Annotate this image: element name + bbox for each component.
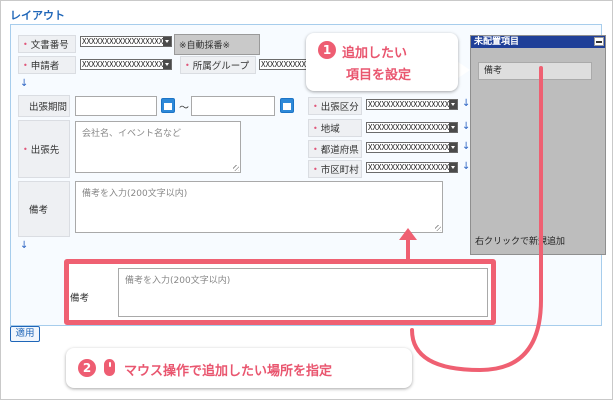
group-value: XXXXXXXXXXXXXXXXXXXX [261, 60, 307, 69]
unplaced-panel-header: 未配置項目 [471, 36, 605, 48]
dropdown-arrow-icon[interactable] [163, 37, 171, 46]
city-select[interactable]: XXXXXXXXXXXXXXXXXXXX [366, 162, 458, 173]
applicant-select[interactable]: XXXXXXXXXXXXXXXXXXXX [80, 59, 172, 70]
dropdown-arrow-icon[interactable] [449, 143, 457, 152]
doc-no-value: XXXXXXXXXXXXXXXXXXXX [82, 37, 172, 46]
trip-dest-label-text: 出張先 [30, 145, 60, 156]
dropdown-arrow-icon[interactable] [449, 123, 457, 132]
highlight-placeholder: 備考を入力(200文字以内) [125, 276, 231, 286]
resize-grip-icon[interactable] [233, 165, 239, 171]
applicant-label: • 申請者 [18, 56, 76, 74]
pref-value: XXXXXXXXXXXXXXXXXXXX [368, 143, 458, 152]
required-mark: • [313, 101, 318, 111]
trip-dest-label: • 出張先 [18, 120, 70, 178]
auto-number-badge: ※自動採番※ [174, 34, 260, 55]
applicant-label-text: 申請者 [30, 61, 60, 72]
group-label: • 所属グループ [180, 56, 256, 74]
unplaced-item-remarks[interactable]: 備考 [478, 62, 592, 80]
group-label-text: 所属グループ [192, 61, 250, 72]
insert-arrow-icon[interactable]: ↓ [20, 241, 28, 251]
trip-end-date-input[interactable] [191, 96, 275, 116]
remarks-placeholder: 備考を入力(200文字以内) [82, 189, 188, 199]
trip-type-label-text: 出張区分 [320, 102, 359, 113]
minimize-icon[interactable] [594, 37, 604, 46]
region-select[interactable]: XXXXXXXXXXXXXXXXXXXX [366, 122, 458, 133]
remarks-textarea[interactable]: 備考を入力(200文字以内) [75, 181, 443, 233]
pref-label: • 都道府県 [308, 140, 362, 158]
required-mark: • [23, 39, 28, 49]
applicant-value: XXXXXXXXXXXXXXXXXXXX [82, 60, 172, 69]
doc-no-label-text: 文書番号 [30, 40, 69, 51]
trip-start-date-input[interactable] [75, 96, 157, 116]
region-label-text: 地域 [320, 124, 340, 135]
dropdown-arrow-icon[interactable] [449, 100, 457, 109]
city-label-text: 市区町村 [320, 165, 359, 176]
unplaced-items-panel: 未配置項目 備考 右クリックで新規追加 [470, 35, 606, 255]
required-mark: • [313, 164, 318, 174]
mouse-icon [104, 359, 115, 376]
step1-line2: 項目を設定 [346, 68, 412, 83]
step1-number-badge: 1 [318, 41, 336, 59]
trip-dest-placeholder: 会社名、イベント名など [82, 129, 182, 139]
trip-dest-textarea[interactable]: 会社名、イベント名など [75, 121, 241, 173]
region-value: XXXXXXXXXXXXXXXXXXXX [368, 123, 458, 132]
remarks-label: 備考 [18, 181, 70, 237]
unplaced-panel-title: 未配置項目 [474, 37, 520, 47]
trip-type-label: • 出張区分 [308, 97, 362, 115]
required-mark: • [313, 123, 318, 133]
doc-no-label: • 文書番号 [18, 35, 76, 53]
section-title: レイアウト [10, 9, 65, 22]
dropdown-arrow-icon[interactable] [163, 60, 171, 69]
calendar-icon[interactable] [161, 98, 175, 113]
dropdown-arrow-icon[interactable] [449, 163, 457, 172]
step1-line1: 追加したい [342, 46, 408, 61]
region-label: • 地域 [308, 119, 362, 137]
apply-button[interactable]: 適用 [10, 326, 40, 342]
trip-type-value: XXXXXXXXXXXXXXXXXXXX [368, 100, 458, 109]
required-mark: • [313, 144, 318, 154]
trip-period-label: 出張期間 [18, 95, 70, 117]
pref-select[interactable]: XXXXXXXXXXXXXXXXXXXX [366, 142, 458, 153]
group-select[interactable]: XXXXXXXXXXXXXXXXXXXX [259, 59, 307, 70]
city-value: XXXXXXXXXXXXXXXXXXXX [368, 163, 458, 172]
insert-arrow-icon[interactable]: ↓ [20, 79, 28, 89]
city-label: • 市区町村 [308, 160, 362, 178]
required-mark: • [23, 144, 28, 154]
calendar-icon[interactable] [280, 98, 294, 113]
highlight-remarks-label: 備考 [70, 293, 90, 304]
trip-type-select[interactable]: XXXXXXXXXXXXXXXXXXXX [366, 99, 458, 110]
highlight-remarks-textarea[interactable]: 備考を入力(200文字以内) [118, 268, 488, 317]
required-mark: • [23, 60, 28, 70]
range-tilde: 〜 [179, 103, 189, 114]
step2-number-badge: 2 [78, 359, 96, 377]
panel-footer-hint: 右クリックで新規追加 [475, 237, 566, 247]
doc-no-select[interactable]: XXXXXXXXXXXXXXXXXXXX [80, 36, 172, 47]
required-mark: • [185, 60, 190, 70]
step2-text: マウス操作で追加したい場所を指定 [124, 364, 333, 379]
resize-grip-icon[interactable] [435, 225, 441, 231]
pref-label-text: 都道府県 [320, 145, 359, 156]
